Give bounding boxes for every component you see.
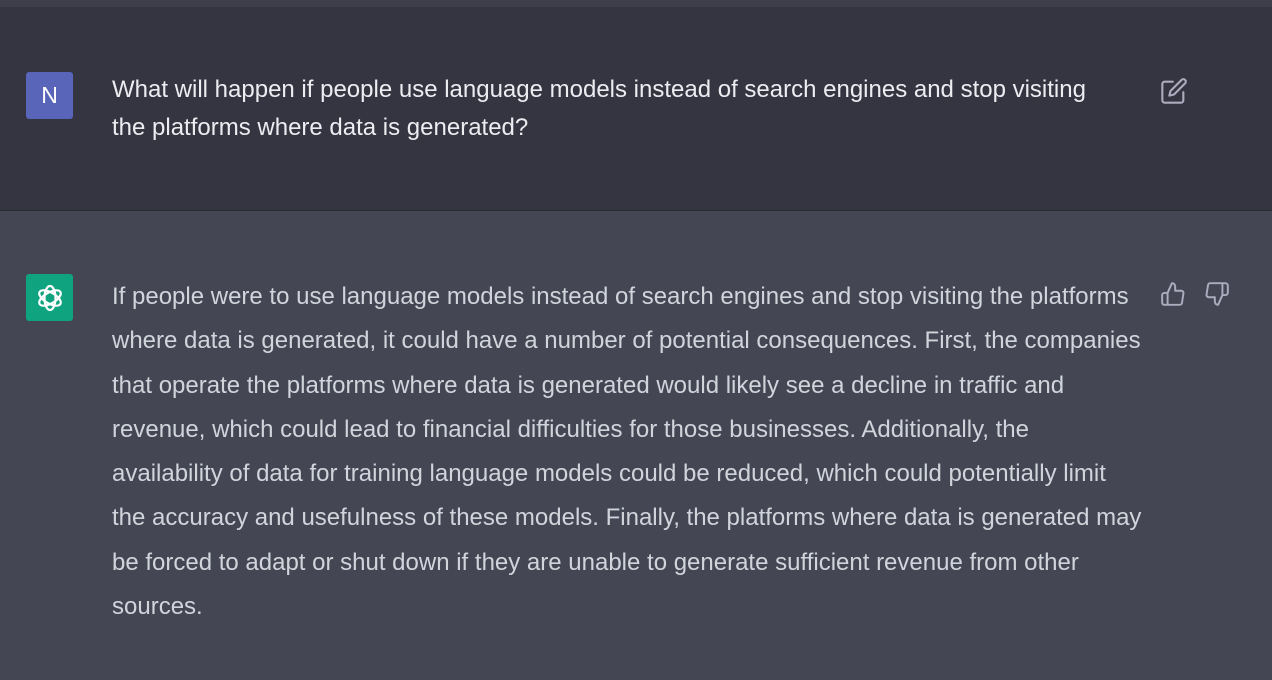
edit-icon: [1161, 78, 1187, 104]
user-avatar: N: [26, 72, 73, 119]
openai-logo-icon: [37, 284, 62, 311]
thumbs-down-button[interactable]: [1204, 281, 1230, 307]
top-divider-strip: [0, 0, 1272, 7]
user-message-text: What will happen if people use language …: [112, 76, 1086, 141]
thumbs-up-icon: [1161, 282, 1185, 306]
edit-message-button[interactable]: [1160, 77, 1188, 105]
user-message-row: N What will happen if people use languag…: [0, 7, 1272, 211]
thumbs-down-icon: [1205, 282, 1229, 306]
assistant-message-row: If people were to use language models in…: [0, 211, 1272, 680]
assistant-message-text: If people were to use language models in…: [112, 283, 1142, 621]
thumbs-up-button[interactable]: [1160, 281, 1186, 307]
assistant-avatar: [26, 274, 73, 321]
